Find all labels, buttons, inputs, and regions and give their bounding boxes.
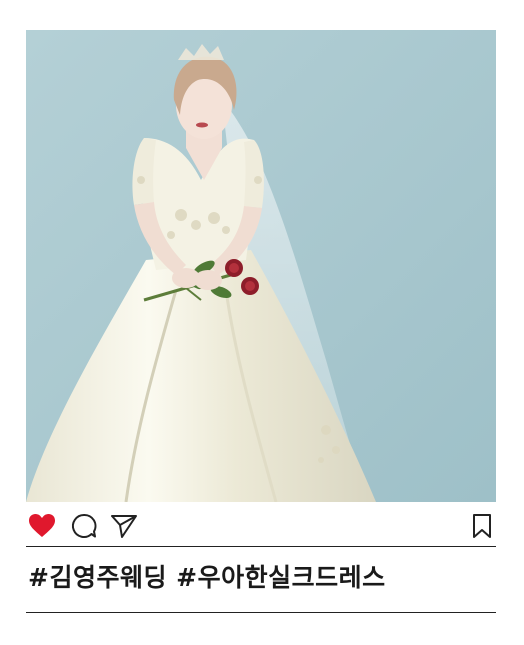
- post-card: #김영주웨딩 #우아한실크드레스: [0, 0, 524, 645]
- heart-icon[interactable]: [28, 512, 56, 540]
- divider-bottom: [26, 612, 496, 613]
- bookmark-icon[interactable]: [468, 512, 496, 540]
- post-caption: #김영주웨딩 #우아한실크드레스: [28, 558, 494, 602]
- post-photo[interactable]: [26, 30, 496, 502]
- hashtag-kimyoungjoo-wedding[interactable]: #김영주웨딩: [28, 563, 167, 592]
- paper-plane-icon[interactable]: [110, 512, 138, 540]
- hashtag-elegant-silk-dress[interactable]: #우아한실크드레스: [176, 563, 385, 592]
- speech-bubble-icon[interactable]: [70, 512, 98, 540]
- post-action-bar: [26, 508, 496, 542]
- divider-top: [26, 546, 496, 547]
